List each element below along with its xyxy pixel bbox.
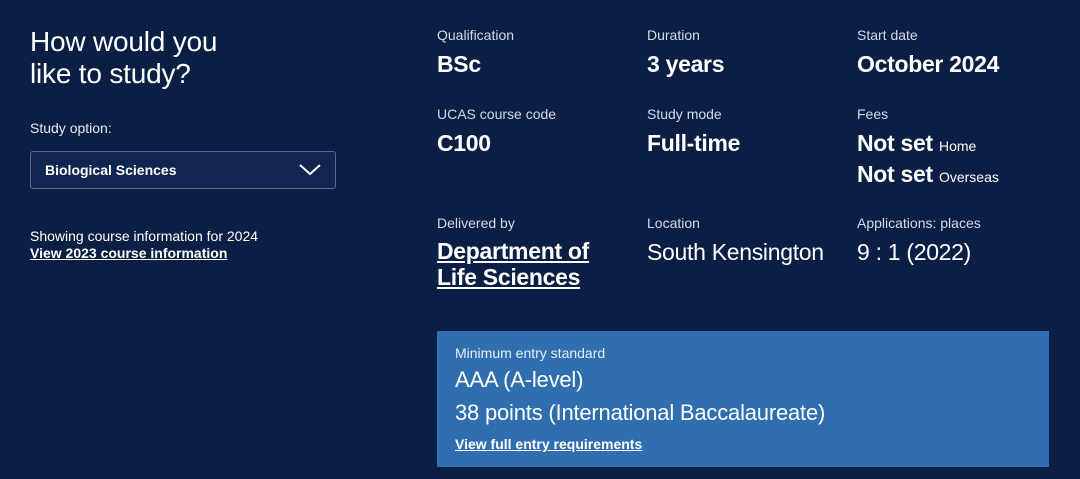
study-option-value: Biological Sciences — [45, 162, 177, 178]
applications-label: Applications: places — [857, 215, 981, 231]
fees-label: Fees — [857, 106, 889, 122]
department-link-line1: Department of — [437, 238, 590, 264]
start-date-cell: Start date October 2024 — [857, 26, 999, 78]
qualification-label: Qualification — [437, 27, 515, 43]
delivered-by-cell: Delivered by Department of Life Sciences — [437, 214, 589, 291]
duration-cell: Duration 3 years — [647, 26, 725, 78]
location-value: South Kensington — [647, 239, 824, 265]
location-cell: Location South Kensington — [647, 214, 824, 266]
start-date-label: Start date — [857, 27, 918, 43]
page-title: How would you like to study? — [30, 26, 290, 90]
duration-label: Duration — [647, 27, 700, 43]
entry-standard-alevel: AAA (A-level) — [455, 367, 584, 392]
study-mode-value: Full-time — [647, 130, 741, 156]
study-mode-label: Study mode — [647, 106, 722, 122]
view-2023-course-link[interactable]: View 2023 course information — [30, 245, 227, 261]
start-date-value: October 2024 — [857, 51, 1000, 77]
view-full-entry-requirements-link[interactable]: View full entry requirements — [455, 436, 642, 452]
fee-overseas: Not set Overseas — [857, 160, 999, 191]
ucas-code-label: UCAS course code — [437, 106, 557, 122]
study-options-panel: How would you like to study? Study optio… — [30, 26, 350, 263]
location-label: Location — [647, 215, 700, 231]
entry-standard-ib: 38 points (International Baccalaureate) — [455, 400, 826, 425]
ucas-code-cell: UCAS course code C100 — [437, 105, 556, 157]
department-link-line2: Life Sciences — [437, 264, 581, 290]
page-title-line1: How would you — [30, 26, 218, 57]
course-info-page: How would you like to study? Study optio… — [0, 0, 1080, 479]
fees-cell: Fees Not set Home Not set Overseas — [857, 105, 999, 191]
entry-standard-box: Minimum entry standard AAA (A-level) 38 … — [437, 331, 1049, 467]
applications-cell: Applications: places 9 : 1 (2022) — [857, 214, 981, 266]
qualification-cell: Qualification BSc — [437, 26, 514, 78]
duration-value: 3 years — [647, 51, 725, 77]
fee-home-value: Not set — [857, 130, 933, 156]
fee-home-suffix: Home — [938, 138, 977, 154]
showing-course-info-text: Showing course information for 2024 — [30, 228, 259, 244]
study-option-select[interactable]: Biological Sciences — [30, 151, 336, 189]
entry-standard-label: Minimum entry standard — [455, 345, 606, 361]
fees-value: Not set Home Not set Overseas — [857, 129, 999, 191]
fee-overseas-value: Not set — [857, 161, 933, 187]
study-option-label: Study option: — [30, 120, 112, 136]
delivered-by-label: Delivered by — [437, 215, 515, 231]
applications-value: 9 : 1 (2022) — [857, 239, 972, 265]
qualification-value: BSc — [437, 51, 481, 77]
department-link[interactable]: Department of Life Sciences — [437, 238, 589, 290]
delivered-by-value: Department of Life Sciences — [437, 238, 589, 291]
study-mode-cell: Study mode Full-time — [647, 105, 740, 157]
page-title-line2: like to study? — [30, 58, 191, 89]
ucas-code-value: C100 — [437, 130, 491, 156]
chevron-down-icon — [299, 164, 321, 176]
fee-home: Not set Home — [857, 129, 999, 160]
fee-overseas-suffix: Overseas — [938, 169, 999, 185]
